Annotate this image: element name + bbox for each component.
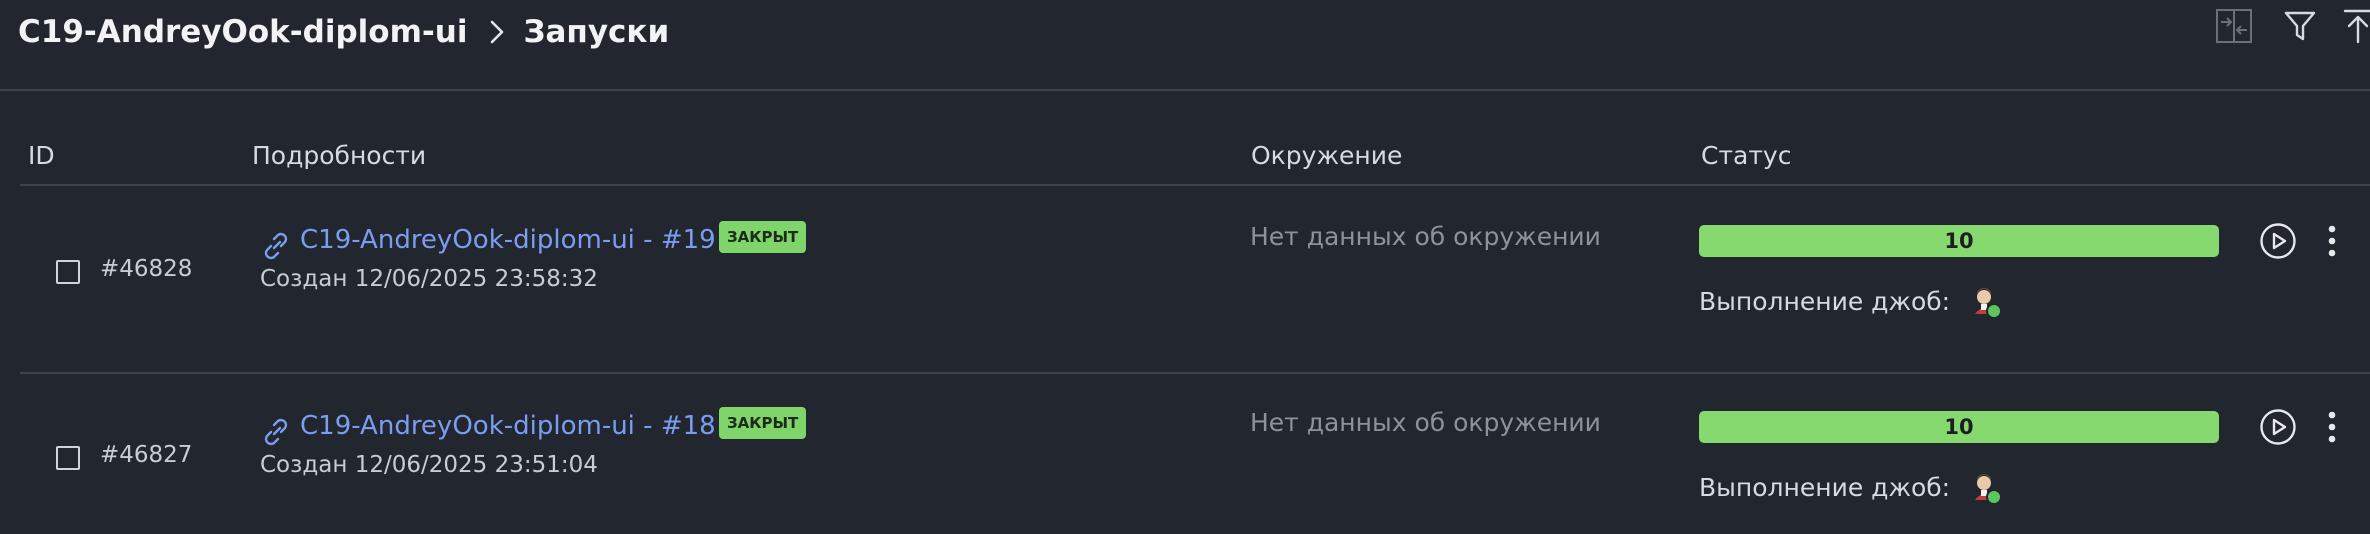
chevron-right-icon	[489, 19, 505, 45]
jenkins-avatar-icon[interactable]	[1970, 286, 2004, 320]
created-date: Создан 12/06/2025 23:51:04	[260, 452, 598, 478]
breadcrumb: C19-AndreyOok-diplom-ui Запуски	[18, 10, 669, 54]
more-options-icon[interactable]	[2320, 221, 2344, 261]
launch-id: #46828	[100, 256, 193, 282]
row-checkbox[interactable]	[56, 260, 80, 284]
page-title: Запуски	[523, 14, 670, 50]
environment-text: Нет данных об окружении	[1250, 222, 1601, 251]
upload-icon[interactable]	[2338, 6, 2370, 46]
more-options-icon[interactable]	[2320, 407, 2344, 447]
play-icon[interactable]	[2259, 408, 2297, 446]
created-date: Создан 12/06/2025 23:58:32	[260, 266, 598, 292]
breadcrumb-project[interactable]: C19-AndreyOok-diplom-ui	[18, 14, 467, 50]
table-row[interactable]: #46828 C19-AndreyOok-diplom-ui - #19 ЗАК…	[20, 188, 2370, 374]
progress-bar: 10	[1699, 411, 2219, 443]
link-icon	[260, 416, 292, 448]
toolbar	[2190, 6, 2370, 46]
column-details[interactable]: Подробности	[252, 141, 426, 170]
table-header: ID Подробности Окружение Статус	[20, 124, 2370, 186]
launch-link[interactable]: C19-AndreyOok-diplom-ui - #18	[300, 411, 716, 441]
environment-text: Нет данных об окружении	[1250, 408, 1601, 437]
link-icon	[260, 230, 292, 262]
filter-icon[interactable]	[2280, 6, 2320, 46]
status-badge: ЗАКРЫТ	[719, 407, 807, 439]
top-bar: C19-AndreyOok-diplom-ui Запуски	[0, 0, 2370, 91]
launch-link[interactable]: C19-AndreyOok-diplom-ui - #19	[300, 225, 716, 255]
table-row[interactable]: #46827 C19-AndreyOok-diplom-ui - #18 ЗАК…	[20, 374, 2370, 534]
progress-bar: 10	[1699, 225, 2219, 257]
play-icon[interactable]	[2259, 222, 2297, 260]
column-id[interactable]: ID	[28, 141, 55, 170]
jobs-label: Выполнение джоб:	[1699, 473, 1951, 502]
column-environment[interactable]: Окружение	[1251, 141, 1402, 170]
status-badge: ЗАКРЫТ	[719, 221, 807, 253]
jenkins-avatar-icon[interactable]	[1970, 472, 2004, 506]
launch-id: #46827	[100, 442, 193, 468]
jobs-label: Выполнение джоб:	[1699, 287, 1951, 316]
column-status[interactable]: Статус	[1701, 141, 1791, 170]
compare-icon[interactable]	[2214, 6, 2254, 46]
row-checkbox[interactable]	[56, 446, 80, 470]
